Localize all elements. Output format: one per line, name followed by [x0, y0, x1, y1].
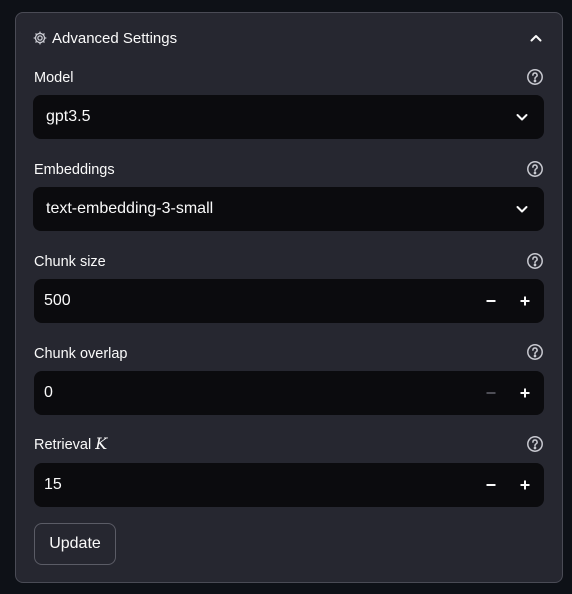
chevron-down-icon	[516, 206, 528, 213]
retrieval-label-text: Retrieval	[34, 437, 92, 453]
help-icon[interactable]	[526, 68, 544, 86]
expander-title: Advanced Settings	[52, 30, 178, 47]
model-label: Model	[34, 70, 74, 86]
gear-icon	[33, 31, 47, 45]
plus-icon	[520, 480, 530, 490]
increment-button[interactable]	[508, 371, 542, 415]
expander-header[interactable]: Advanced Settings	[16, 13, 562, 65]
plus-icon	[520, 388, 530, 398]
chunk-size-input[interactable]: 500	[34, 279, 544, 323]
embeddings-select-value: text-embedding-3-small	[46, 200, 214, 217]
advanced-settings-expander: Advanced Settings Model gpt3.5 Embedding…	[15, 12, 563, 583]
help-icon[interactable]	[526, 343, 544, 361]
chevron-up-icon[interactable]	[528, 30, 544, 46]
decrement-button-disabled	[474, 371, 508, 415]
retrieval-k-value[interactable]: 15	[44, 475, 62, 495]
minus-icon	[486, 300, 496, 302]
retrieval-k-input[interactable]: 15	[34, 463, 544, 507]
chevron-down-icon	[516, 114, 528, 121]
increment-button[interactable]	[508, 279, 542, 323]
decrement-button[interactable]	[474, 279, 508, 323]
help-icon[interactable]	[526, 435, 544, 453]
embeddings-select[interactable]: text-embedding-3-small	[33, 187, 544, 231]
increment-button[interactable]	[508, 463, 542, 507]
minus-icon	[486, 392, 496, 394]
update-button[interactable]: Update	[34, 523, 116, 565]
chunk-size-value[interactable]: 500	[44, 291, 71, 311]
model-select[interactable]: gpt3.5	[33, 95, 544, 139]
model-select-value: gpt3.5	[46, 108, 91, 125]
chunk-overlap-label: Chunk overlap	[34, 346, 128, 362]
help-icon[interactable]	[526, 160, 544, 178]
plus-icon	[520, 296, 530, 306]
chunk-size-label: Chunk size	[34, 254, 106, 270]
retrieval-k-symbol: K	[95, 434, 108, 453]
chunk-overlap-input[interactable]: 0	[34, 371, 544, 415]
minus-icon	[486, 484, 496, 486]
embeddings-label: Embeddings	[34, 162, 115, 178]
retrieval-k-label: Retrieval K	[34, 435, 107, 454]
help-icon[interactable]	[526, 252, 544, 270]
chunk-overlap-value[interactable]: 0	[44, 383, 53, 403]
decrement-button[interactable]	[474, 463, 508, 507]
